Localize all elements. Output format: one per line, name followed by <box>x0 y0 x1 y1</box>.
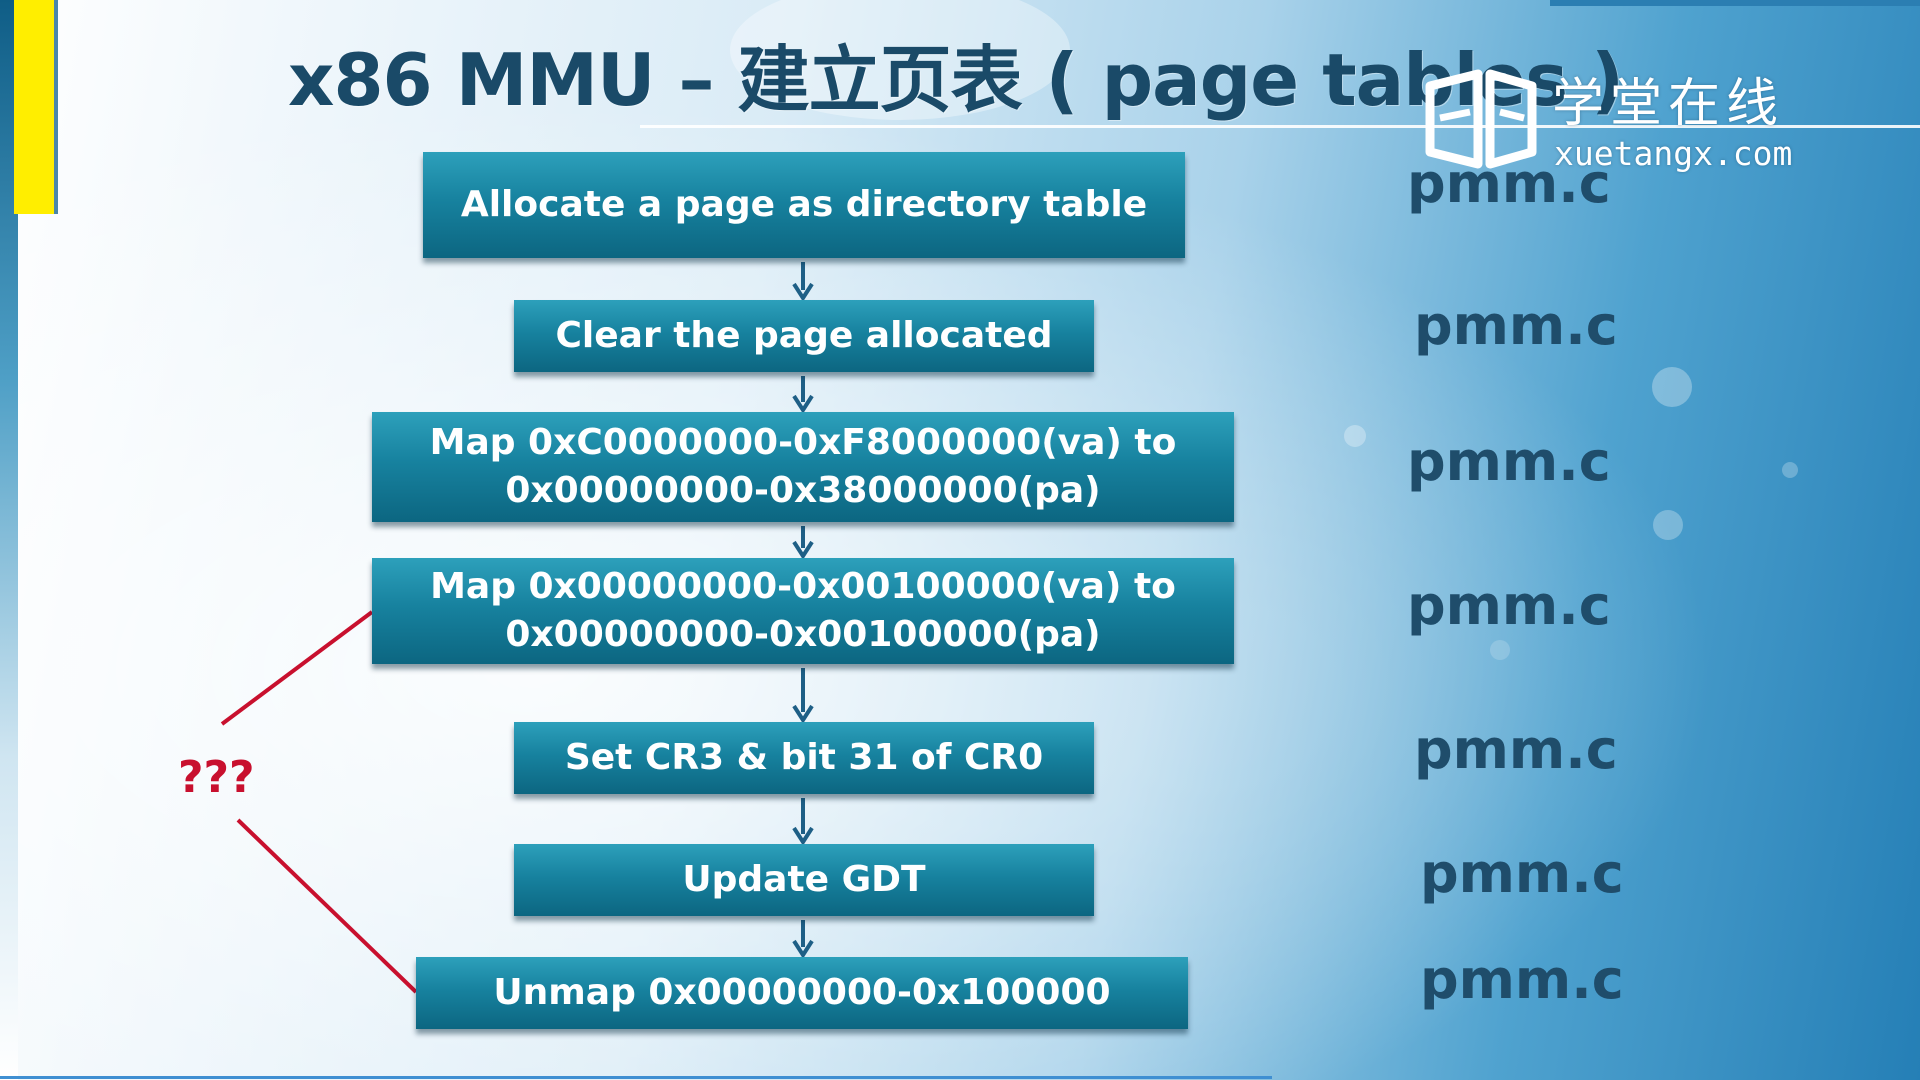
flow-step-text: Allocate a page as directory table <box>461 181 1147 229</box>
flow-step-text: Unmap 0x00000000-0x100000 <box>493 969 1110 1017</box>
flow-step-line: Map 0x00000000-0x00100000(va) to <box>430 566 1176 607</box>
annotation-line-top <box>220 610 374 726</box>
flow-step-line: Clear the page allocated <box>555 315 1053 356</box>
file-label: pmm.c <box>1420 842 1624 905</box>
file-label: pmm.c <box>1414 718 1618 781</box>
flow-step-4: Map 0x00000000-0x00100000(va) to 0x000000… <box>372 558 1234 664</box>
annotation-line-bottom <box>236 818 418 994</box>
flow-step-text: Map 0x00000000-0x00100000(va) to 0x000000… <box>430 563 1176 659</box>
flow-step-2: Clear the page allocated <box>514 300 1094 372</box>
flow-step-text: Map 0xC0000000-0xF8000000(va) to 0x000000… <box>430 419 1177 515</box>
flow-step-text: Update GDT <box>682 856 925 904</box>
flow-step-5: Set CR3 & bit 31 of CR0 <box>514 722 1094 794</box>
flow-step-line: 0x00000000-0x38000000(pa) <box>505 470 1101 511</box>
flow-step-line: 0x00000000-0x00100000(pa) <box>505 614 1101 655</box>
flow-step-text: Set CR3 & bit 31 of CR0 <box>565 734 1043 782</box>
flow-step-line: Unmap 0x00000000-0x100000 <box>493 972 1111 1013</box>
flow-step-line: Set CR3 & bit 31 of CR0 <box>564 737 1044 778</box>
file-label: pmm.c <box>1407 430 1611 493</box>
flow-step-line: Update GDT <box>682 859 926 900</box>
flow-step-7: Unmap 0x00000000-0x100000 <box>416 957 1188 1029</box>
file-label: pmm.c <box>1420 948 1624 1011</box>
flow-step-1: Allocate a page as directory table <box>423 152 1185 258</box>
slide: x86 MMU – 建立页表 ( page tables ) 学堂在线 xuet… <box>0 0 1920 1080</box>
flow-step-line: Allocate a page as directory table <box>460 184 1148 225</box>
question-annotation: ??? <box>178 752 255 803</box>
flow-step-3: Map 0xC0000000-0xF8000000(va) to 0x000000… <box>372 412 1234 522</box>
bottom-divider <box>0 1076 1272 1079</box>
flow-step-line: Map 0xC0000000-0xF8000000(va) to <box>429 422 1177 463</box>
file-label: pmm.c <box>1414 294 1618 357</box>
file-label: pmm.c <box>1407 152 1611 215</box>
flow-step-6: Update GDT <box>514 844 1094 916</box>
flow-step-text: Clear the page allocated <box>555 312 1052 360</box>
file-label: pmm.c <box>1407 574 1611 637</box>
